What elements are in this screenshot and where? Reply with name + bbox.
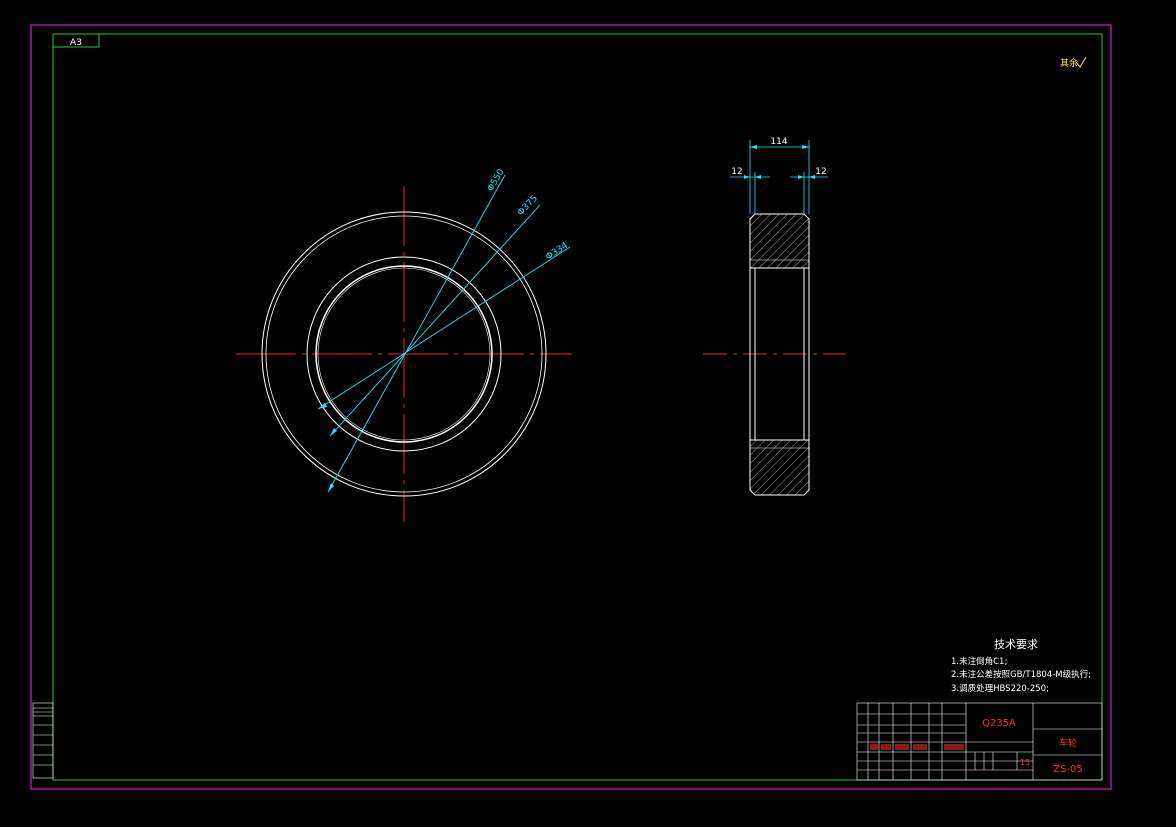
dim-12-right: 12 <box>815 167 826 177</box>
title-block-red-marks <box>870 744 964 750</box>
front-dimension-leaders <box>317 174 571 493</box>
part-name: 车轮 <box>1059 737 1077 749</box>
technical-requirements: 技术要求 1.未注倒角C1; 2.未注公差按照GB/T1804-M级执行; 3.… <box>951 638 1091 694</box>
front-view: Φ550 Φ375 Φ334 <box>236 167 572 522</box>
tech-req-item-1: 1.未注倒角C1; <box>951 656 1007 667</box>
dim-114: 114 <box>770 137 787 147</box>
svg-text:A3: A3 <box>70 38 82 48</box>
front-dimension-arrows <box>318 403 337 492</box>
roughness-mark: 其余 <box>1060 56 1087 69</box>
tech-req-item-3: 3.调质处理HBS220-250; <box>951 683 1049 694</box>
sheet-size-label: A3 <box>52 33 100 48</box>
dim-12-left: 12 <box>731 167 742 177</box>
drawing-canvas: A3 其余 Φ550 Φ375 Φ334 114 12 12 技术要求 1.未注… <box>30 24 1112 790</box>
tech-req-item-2: 2.未注公差按照GB/T1804-M级执行; <box>951 669 1091 680</box>
svg-text:其余: 其余 <box>1060 57 1078 69</box>
scale-value: 15 <box>1020 758 1030 767</box>
material-label: Q235A <box>982 718 1016 729</box>
outer-border <box>30 24 1112 790</box>
side-view: 114 12 12 <box>703 137 846 496</box>
dim-phi375: Φ375 <box>516 194 540 218</box>
tech-req-title: 技术要求 <box>994 638 1038 651</box>
drawing-frame <box>52 33 1103 781</box>
binding-margin-table <box>32 702 54 779</box>
dim-phi334: Φ334 <box>544 241 570 263</box>
dim-phi550: Φ550 <box>486 167 507 193</box>
drawing-number: ZS-05 <box>1053 764 1083 775</box>
